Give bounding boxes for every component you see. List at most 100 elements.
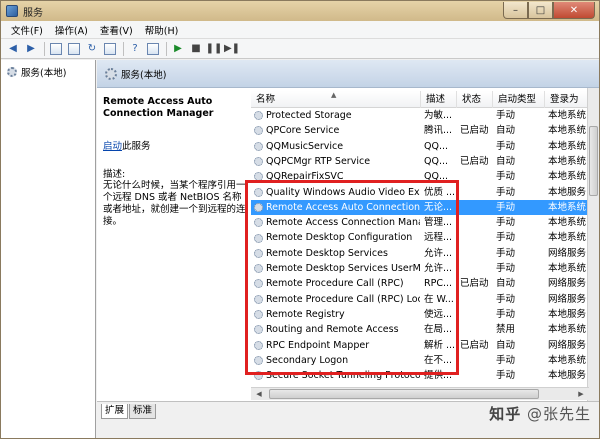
service-name: Remote Desktop Services (254, 246, 420, 261)
gear-icon (254, 294, 263, 304)
title-bar[interactable]: 服务 – □ ✕ (1, 1, 599, 21)
start-service-icon[interactable]: ▶ (170, 41, 186, 57)
service-row[interactable]: Quality Windows Audio Video Ex... 优质 ... 手… (251, 185, 591, 200)
service-name: Routing and Remote Access (254, 322, 420, 337)
scroll-left-icon[interactable]: ◀ (253, 388, 265, 400)
service-status: 已启动 (460, 125, 489, 137)
watermark-user: @张先生 (526, 405, 591, 423)
service-logon-as: 本地系统 (548, 324, 587, 336)
back-arrow-icon[interactable]: ◀ (5, 41, 21, 57)
service-description: QQ... (424, 171, 449, 183)
service-name: QPCore Service (254, 123, 420, 138)
service-description: 解析 ... (424, 339, 456, 351)
service-row[interactable]: Remote Desktop Services 允许... 手动 网络服务 (251, 246, 591, 261)
service-name-text: Remote Registry (266, 308, 345, 320)
service-logon-as: 本地系统 (548, 263, 587, 274)
service-name-text: Remote Desktop Services (266, 247, 388, 259)
menu-file[interactable]: 文件(F) (5, 23, 49, 37)
properties-icon[interactable] (145, 41, 161, 57)
gear-icon (254, 371, 263, 381)
service-row[interactable]: Remote Registry 使远... 手动 本地服务 (251, 307, 591, 322)
service-name: Secure Socket Tunneling Protoco... (254, 368, 420, 383)
service-row[interactable]: RPC Endpoint Mapper 解析 ... 已启动 自动 网络服务 (251, 338, 591, 353)
tab-standard[interactable]: 标准 (129, 404, 157, 419)
stop-service-icon[interactable]: ■ (188, 41, 204, 57)
menu-view[interactable]: 查看(V) (94, 23, 139, 37)
column-header-description[interactable]: 描述 (421, 91, 457, 108)
service-row[interactable]: Remote Procedure Call (RPC) Loc... 在 W...… (251, 292, 591, 307)
service-row[interactable]: Routing and Remote Access 在局... 禁用 本地系统 (251, 322, 591, 337)
service-name-text: QPCore Service (266, 125, 340, 137)
service-description: 允许... (424, 263, 453, 274)
service-name-text: Remote Procedure Call (RPC) (266, 278, 404, 290)
service-row[interactable]: QQRepairFixSVC QQ... 手动 本地系统 (251, 169, 591, 184)
menu-help[interactable]: 帮助(H) (139, 23, 185, 37)
service-name: QQMusicService (254, 139, 420, 154)
gear-icon (254, 157, 263, 167)
service-row[interactable]: Secure Socket Tunneling Protoco... 提供... 手… (251, 368, 591, 383)
gear-icon (254, 218, 263, 228)
column-header-startup-type[interactable]: 启动类型 (493, 91, 545, 108)
service-startup-type: 自动 (496, 339, 516, 351)
service-description: 腾讯... (424, 125, 453, 137)
service-row[interactable]: Remote Access Auto Connection ... 无论... 手动… (251, 199, 591, 216)
service-row[interactable]: Protected Storage 为敏... 手动 本地系统 (251, 108, 591, 123)
service-name-text: Remote Access Connection Mana... (266, 217, 420, 229)
service-name: Remote Procedure Call (RPC) Loc... (254, 292, 420, 307)
tree-item-services-local[interactable]: 服务(本地) (7, 65, 66, 79)
service-logon-as: 网络服务 (548, 293, 587, 305)
minimize-button[interactable]: – (503, 2, 528, 19)
service-description: 优质 ... (424, 186, 456, 198)
help-icon[interactable]: ? (127, 41, 143, 57)
service-row[interactable]: QPCore Service 腾讯... 已启动 自动 本地系统 (251, 123, 591, 138)
action-line: 启动此服务 (103, 138, 247, 152)
maximize-button[interactable]: □ (528, 2, 553, 19)
forward-arrow-icon[interactable]: ▶ (23, 41, 39, 57)
watermark: 知乎 @张先生 (489, 403, 591, 424)
tab-extended[interactable]: 扩展 (101, 404, 129, 419)
start-service-link[interactable]: 启动 (103, 141, 122, 152)
caption-buttons: – □ ✕ (503, 2, 595, 19)
service-startup-type: 手动 (496, 247, 516, 259)
horizontal-scrollbar[interactable]: ◀ ▶ (251, 387, 589, 400)
horizontal-scroll-thumb[interactable] (269, 389, 539, 399)
service-logon-as: 本地系统 (548, 232, 587, 244)
console-tree: 服务(本地) (1, 60, 96, 438)
vertical-scroll-thumb[interactable] (589, 126, 598, 196)
restart-service-icon[interactable]: ▶❚ (224, 41, 240, 57)
service-logon-as: 本地服务 (548, 186, 587, 198)
service-startup-type: 自动 (496, 155, 516, 167)
service-name: Quality Windows Audio Video Ex... (254, 185, 420, 200)
service-description: 无论... (424, 201, 453, 213)
gear-icon (254, 172, 263, 182)
service-logon-as: 本地系统 (548, 171, 587, 183)
service-name: Secondary Logon (254, 353, 420, 368)
service-row[interactable]: Remote Procedure Call (RPC) RPC... 已启动 自动 网络… (251, 276, 591, 291)
gear-icon (105, 67, 117, 80)
service-name-text: Quality Windows Audio Video Ex... (266, 186, 420, 198)
refresh-icon[interactable]: ↻ (84, 41, 100, 57)
close-button[interactable]: ✕ (553, 2, 595, 19)
service-row[interactable]: Remote Desktop Configuration 远程... 手动 本地系统 (251, 230, 591, 245)
service-logon-as: 本地系统 (548, 217, 587, 229)
scroll-right-icon[interactable]: ▶ (575, 388, 587, 400)
vertical-scrollbar[interactable] (587, 88, 599, 401)
service-startup-type: 手动 (496, 293, 516, 305)
service-row[interactable]: Remote Access Connection Mana... 管理... 手动 本… (251, 215, 591, 230)
console-tree-icon[interactable] (48, 41, 64, 57)
pause-service-icon[interactable]: ❚❚ (206, 41, 223, 57)
gear-icon (254, 202, 263, 212)
service-row[interactable]: QQMusicService QQ... 手动 本地系统 (251, 139, 591, 154)
service-description: QQ... (424, 155, 449, 167)
details-view-icon[interactable] (66, 41, 82, 57)
column-header-status[interactable]: 状态 (457, 91, 493, 108)
service-name-text: QQRepairFixSVC (266, 171, 344, 183)
service-row[interactable]: QQPCMgr RTP Service QQ... 已启动 自动 本地系统 (251, 154, 591, 169)
description-text: 无论什么时候，当某个程序引用一个远程 DNS 或者 NetBIOS 名称或者地址… (103, 180, 246, 227)
zhihu-logo: 知乎 (489, 405, 522, 423)
service-logon-as: 本地系统 (548, 155, 587, 167)
service-row[interactable]: Remote Desktop Services UserM... 允许... 手动 本… (251, 261, 591, 276)
menu-action[interactable]: 操作(A) (49, 23, 94, 37)
export-list-icon[interactable] (102, 41, 118, 57)
service-row[interactable]: Secondary Logon 在不... 手动 本地系统 (251, 353, 591, 368)
